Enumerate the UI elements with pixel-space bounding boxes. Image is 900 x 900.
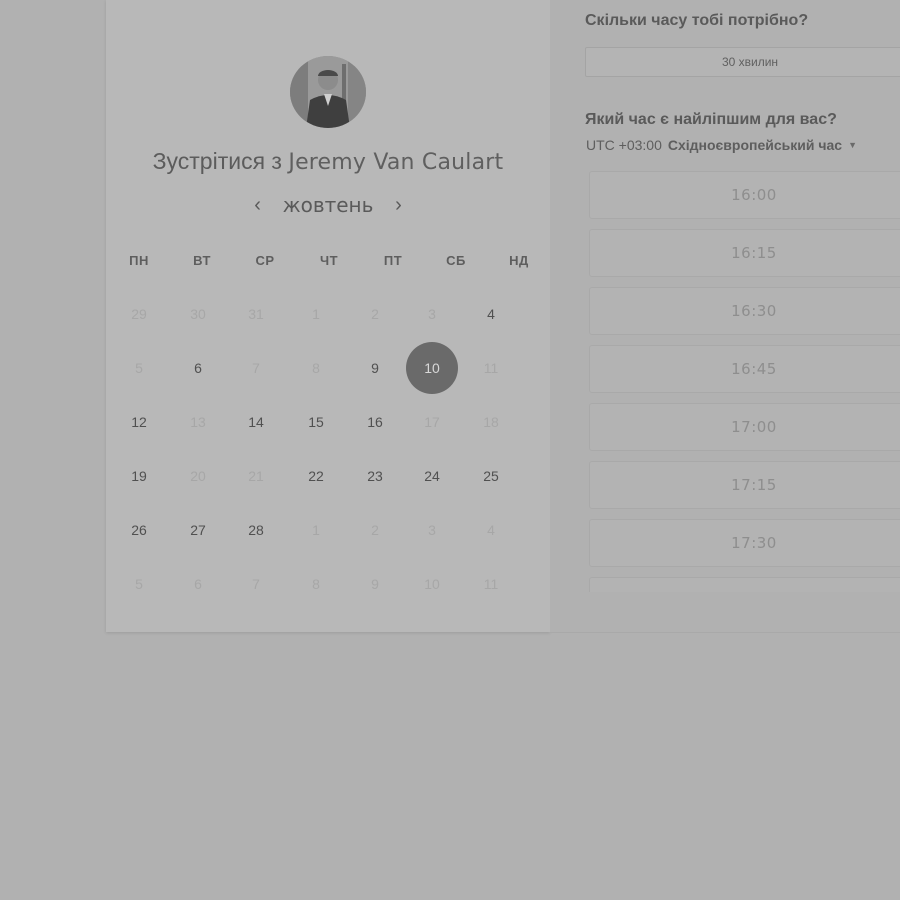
page-title: Зустрітися з Jeremy Van Caulart <box>106 148 550 175</box>
weekday-label: ПН <box>129 253 149 268</box>
calendar-day: 13 <box>190 414 206 430</box>
calendar-day[interactable]: 9 <box>349 342 401 394</box>
calendar-day[interactable]: 23 <box>349 450 401 502</box>
weekday-label: ВТ <box>193 253 211 268</box>
calendar-day[interactable]: 14 <box>230 396 282 448</box>
calendar-day: 1 <box>312 306 320 322</box>
time-slot-button[interactable]: 16:30 <box>589 287 900 335</box>
calendar-day[interactable]: 24 <box>406 450 458 502</box>
calendar-day: 7 <box>252 360 260 376</box>
calendar-day: 11 <box>483 360 499 376</box>
title-prefix: Зустрітися з <box>152 148 282 174</box>
time-slot-button[interactable]: 17:15 <box>589 461 900 509</box>
calendar-day: 31 <box>248 306 264 322</box>
calendar-day[interactable]: 26 <box>113 504 165 556</box>
calendar-day[interactable]: 4 <box>465 288 517 340</box>
calendar-day: 8 <box>312 576 320 592</box>
chevron-left-icon[interactable]: ‹ <box>251 193 265 217</box>
calendar-card: Зустрітися з Jeremy Van Caulart ‹ жовтен… <box>106 0 550 632</box>
calendar-day: 3 <box>428 306 436 322</box>
calendar-day-selected[interactable]: 10 <box>406 342 458 394</box>
time-slot-list: 16:00 16:15 16:30 16:45 17:00 17:15 17:30 <box>550 0 900 592</box>
host-name: Jeremy Van Caulart <box>288 150 504 175</box>
month-navigation: ‹ жовтень › <box>106 193 550 217</box>
time-slot-button[interactable]: 16:15 <box>589 229 900 277</box>
calendar-day[interactable]: 19 <box>113 450 165 502</box>
calendar-day: 8 <box>312 360 320 376</box>
chevron-right-icon[interactable]: › <box>391 193 405 217</box>
month-label: жовтень <box>282 193 374 217</box>
calendar-day: 17 <box>424 414 440 430</box>
calendar-day: 20 <box>190 468 206 484</box>
weekday-label: ПТ <box>383 253 403 268</box>
calendar-day: 18 <box>483 414 499 430</box>
time-slot-button[interactable] <box>589 577 900 592</box>
weekday-label: ЧТ <box>319 253 339 268</box>
time-slot-button[interactable]: 17:00 <box>589 403 900 451</box>
calendar-day: 6 <box>194 576 202 592</box>
calendar-day: 11 <box>483 576 499 592</box>
calendar-day[interactable]: 25 <box>465 450 517 502</box>
calendar-day: 30 <box>190 306 206 322</box>
calendar-day: 10 <box>424 576 440 592</box>
weekday-label: НД <box>509 253 529 268</box>
calendar-day: 1 <box>312 522 320 538</box>
calendar-day: 29 <box>131 306 147 322</box>
weekday-label: СР <box>255 253 275 268</box>
calendar-day: 5 <box>135 360 143 376</box>
calendar-day: 7 <box>252 576 260 592</box>
time-slot-button[interactable]: 17:30 <box>589 519 900 567</box>
calendar-day: 21 <box>248 468 264 484</box>
host-avatar <box>290 56 366 128</box>
calendar-day: 5 <box>135 576 143 592</box>
calendar-day[interactable]: 28 <box>230 504 282 556</box>
time-slot-button[interactable]: 16:00 <box>589 171 900 219</box>
weekday-label: СБ <box>446 253 466 268</box>
calendar-day: 2 <box>371 522 379 538</box>
calendar-day: 2 <box>371 306 379 322</box>
calendar-day[interactable]: 27 <box>172 504 224 556</box>
calendar-day[interactable]: 6 <box>172 342 224 394</box>
calendar-day[interactable]: 22 <box>290 450 342 502</box>
calendar-day[interactable]: 15 <box>290 396 342 448</box>
booking-options: Скільки часу тобі потрібно? 30 хвилин Як… <box>550 0 900 633</box>
time-slot-button[interactable]: 16:45 <box>589 345 900 393</box>
weekday-header: ПН ВТ СР ЧТ ПТ СБ НД <box>106 253 550 271</box>
calendar-day[interactable]: 12 <box>113 396 165 448</box>
calendar-day: 9 <box>371 576 379 592</box>
calendar-day: 3 <box>428 522 436 538</box>
calendar-day[interactable]: 16 <box>349 396 401 448</box>
calendar-day: 4 <box>487 522 495 538</box>
